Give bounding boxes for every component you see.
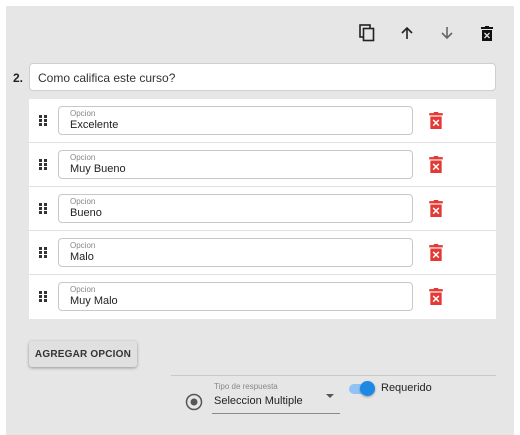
drag-handle-icon[interactable]	[39, 203, 47, 214]
option-value: Excelente	[70, 119, 119, 131]
option-input[interactable]: Opcion Muy Bueno	[58, 150, 413, 179]
option-row: Opcion Excelente	[29, 99, 496, 143]
add-option-button[interactable]: AGREGAR OPCION	[29, 341, 137, 367]
required-toggle[interactable]	[349, 381, 375, 397]
copy-button[interactable]	[356, 22, 378, 44]
delete-option-icon[interactable]	[429, 200, 443, 217]
option-input[interactable]: Opcion Muy Malo	[58, 282, 413, 311]
arrow-up-icon	[401, 26, 413, 39]
dropdown-arrow-icon	[326, 394, 334, 398]
drag-handle-icon[interactable]	[39, 115, 47, 126]
drag-handle-icon[interactable]	[39, 247, 47, 258]
option-value: Muy Malo	[70, 295, 118, 307]
answer-type-value: Seleccion Multiple	[214, 395, 303, 407]
option-value: Bueno	[70, 207, 102, 219]
delete-option-icon[interactable]	[429, 112, 443, 129]
option-input[interactable]: Opcion Excelente	[58, 106, 413, 135]
question-text: Como califica este curso?	[38, 71, 176, 85]
toggle-knob	[360, 381, 375, 396]
drag-handle-icon[interactable]	[39, 291, 47, 302]
option-field-label: Opcion	[70, 197, 96, 206]
required-label: Requerido	[381, 382, 432, 394]
option-value: Muy Bueno	[70, 163, 126, 175]
drag-handle-icon[interactable]	[39, 159, 47, 170]
option-input[interactable]: Opcion Malo	[58, 238, 413, 267]
footer-divider	[171, 375, 496, 376]
delete-question-button[interactable]	[476, 22, 498, 44]
option-field-label: Opcion	[70, 109, 96, 118]
delete-option-icon[interactable]	[429, 156, 443, 173]
delete-option-icon[interactable]	[429, 288, 443, 305]
copy-icon	[359, 24, 375, 42]
answer-type-label: Tipo de respuesta	[214, 382, 278, 391]
question-text-input[interactable]: Como califica este curso?	[29, 63, 496, 91]
move-up-button[interactable]	[396, 22, 418, 44]
question-number: 2.	[13, 71, 24, 85]
option-row: Opcion Muy Bueno	[29, 143, 496, 187]
option-field-label: Opcion	[70, 285, 96, 294]
move-down-button[interactable]	[436, 22, 458, 44]
option-value: Malo	[70, 251, 94, 263]
option-input[interactable]: Opcion Bueno	[58, 194, 413, 223]
delete-option-icon[interactable]	[429, 244, 443, 261]
options-list: Opcion Excelente Opcion Muy Bueno Opcion…	[29, 99, 496, 319]
option-field-label: Opcion	[70, 241, 96, 250]
option-row: Opcion Bueno	[29, 187, 496, 231]
option-field-label: Opcion	[70, 153, 96, 162]
option-row: Opcion Muy Malo	[29, 275, 496, 319]
radio-button-icon	[185, 393, 203, 411]
arrow-down-icon	[441, 27, 453, 40]
delete-icon	[481, 25, 493, 41]
answer-type-select[interactable]: Tipo de respuesta Seleccion Multiple	[212, 380, 340, 414]
option-row: Opcion Malo	[29, 231, 496, 275]
